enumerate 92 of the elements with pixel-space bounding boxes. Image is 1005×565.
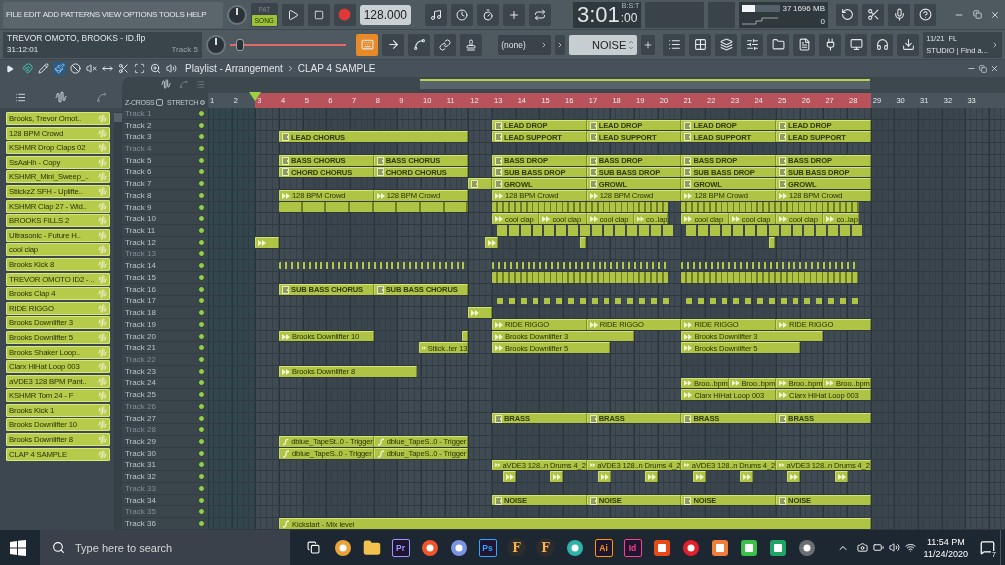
track-name: Track 26: [125, 401, 156, 411]
pattern-selector[interactable]: NOISE: [569, 34, 638, 55]
track-name: Track 36: [125, 519, 156, 528]
track-header[interactable]: Track 3: [122, 131, 208, 144]
selected-clip-name[interactable]: CLAP 4 SAMPLE: [297, 63, 376, 74]
track-header[interactable]: Track 7: [122, 178, 208, 191]
taskbar-app-button[interactable]: Ps: [474, 530, 501, 565]
taskbar-app-button[interactable]: Ai: [590, 530, 617, 565]
menu-item[interactable]: ADD: [42, 10, 59, 19]
track-name: Track 32: [125, 472, 156, 482]
focused-track: Track 5: [171, 45, 198, 56]
track-name: Track 18: [125, 308, 156, 318]
taskbar-app-button[interactable]: Pr: [387, 530, 414, 565]
menu-item[interactable]: TOOLS: [159, 10, 185, 19]
taskbar-app-button[interactable]: F: [532, 530, 559, 565]
song-time: 31:12:01: [7, 45, 40, 56]
track-header[interactable]: Track 9: [122, 201, 208, 214]
track-name: Track 6: [125, 167, 152, 177]
track-header[interactable]: Track 30: [122, 447, 208, 460]
track-name: Track 13: [125, 249, 156, 259]
track-header[interactable]: Track 19: [122, 318, 208, 331]
time-subvalue: :00: [620, 10, 638, 25]
track-name: Track 22: [125, 354, 156, 364]
menu-item[interactable]: EDIT: [23, 10, 41, 19]
track-name: Track 3: [125, 132, 152, 142]
track-header[interactable]: Track 14: [122, 260, 208, 273]
track-name: Track 12: [125, 237, 156, 247]
track-header[interactable]: Track 21: [122, 342, 208, 355]
track-name: Track 9: [125, 202, 152, 212]
track-header[interactable]: Track 6: [122, 166, 208, 179]
tempo-display[interactable]: 128.000: [359, 4, 412, 25]
track-name: Track 21: [125, 343, 156, 353]
track-header[interactable]: Track 12: [122, 236, 208, 249]
track-header[interactable]: Track 16: [122, 283, 208, 296]
track-name: Track 25: [125, 390, 156, 400]
clock-date: 11/24/2020: [923, 547, 968, 560]
track-header[interactable]: Track 20: [122, 330, 208, 343]
track-name: Track 35: [125, 507, 156, 517]
taskbar-app-button[interactable]: Id: [619, 530, 646, 565]
track-header[interactable]: Track 10: [122, 213, 208, 226]
track-name: Track 10: [125, 214, 156, 224]
track-header[interactable]: Track 8: [122, 190, 208, 202]
track-header[interactable]: Track 18: [122, 307, 208, 319]
track-name: Track 27: [125, 413, 156, 423]
track-header[interactable]: Track 25: [122, 389, 208, 401]
taskbar-app-button[interactable]: F: [503, 530, 530, 565]
track-name: Track 5: [125, 155, 152, 165]
taskbar-search-box[interactable]: Type here to search: [40, 530, 290, 565]
track-name: Track 8: [125, 190, 152, 200]
track-header[interactable]: Track 17: [122, 295, 208, 308]
menu-item[interactable]: VIEW: [101, 10, 122, 19]
track-name: Track 24: [125, 378, 156, 388]
polyphony-value: 0: [819, 16, 825, 26]
search-field[interactable]: Type here to search: [75, 530, 285, 565]
track-header[interactable]: Track 32: [122, 471, 208, 483]
track-name: Track 19: [125, 319, 156, 329]
track-name: Track 7: [125, 179, 152, 189]
track-header[interactable]: Track 15: [122, 272, 208, 284]
track-name: Track 14: [125, 261, 156, 271]
track-name: Track 2: [125, 120, 152, 130]
clock-time: 11:54 PM: [926, 535, 965, 548]
track-header[interactable]: Track 23: [122, 365, 208, 378]
window-title: Playlist - Arrangement: [185, 63, 283, 74]
track-header[interactable]: Track 2: [122, 119, 208, 132]
track-name: Track 23: [125, 366, 156, 376]
track-name: Track 16: [125, 284, 156, 294]
memory-value: 1696 MB: [792, 3, 825, 13]
menu-item[interactable]: PATTERNS: [60, 10, 100, 19]
track-name: Track 34: [125, 495, 156, 505]
track-name: Track 29: [125, 437, 156, 446]
track-header[interactable]: Track 34: [122, 494, 208, 507]
track-header[interactable]: Track 24: [122, 377, 208, 390]
track-name: Track 15: [125, 272, 156, 282]
track-header[interactable]: Track 27: [122, 412, 208, 425]
cpu-value: 37: [782, 3, 792, 13]
track-name: Track 1: [125, 108, 152, 118]
track-header[interactable]: Track 36: [122, 518, 208, 530]
track-header[interactable]: Track 5: [122, 154, 208, 167]
track-name: Track 11: [125, 226, 156, 236]
scale-dropdown[interactable]: (none): [498, 34, 552, 55]
menu-item[interactable]: HELP: [186, 10, 207, 19]
track-name: Track 30: [125, 448, 156, 458]
project-title: TREVOR OMOTO, BROOKS - ID.flp: [7, 32, 147, 45]
time-value: 3:01: [576, 1, 620, 28]
track-name: Track 20: [125, 331, 156, 341]
track-header[interactable]: Track 29: [122, 436, 208, 448]
track-header[interactable]: Track 11: [122, 225, 208, 237]
menu-item[interactable]: FILE: [6, 10, 22, 19]
menu-item[interactable]: OPTIONS: [123, 10, 157, 19]
track-name: Track 31: [125, 460, 156, 470]
track-name: Track 17: [125, 296, 156, 306]
track-header[interactable]: Track 31: [122, 459, 208, 472]
